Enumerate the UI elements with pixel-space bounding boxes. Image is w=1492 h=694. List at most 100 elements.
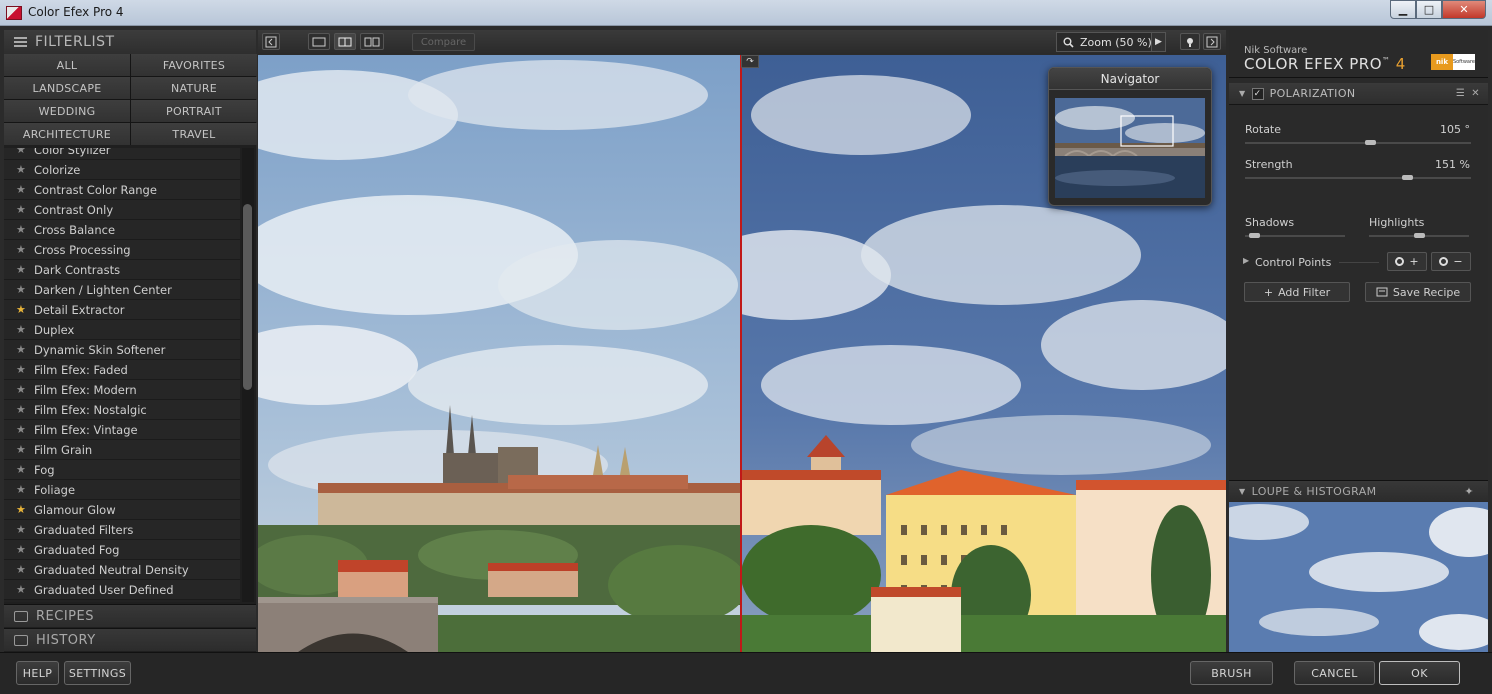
favorite-star-icon[interactable]: ★ [16,163,28,176]
loupe-histogram-header[interactable]: ▼ LOUPE & HISTOGRAM ✦ [1229,480,1488,501]
strength-slider-knob[interactable] [1402,175,1413,180]
favorite-star-icon[interactable]: ★ [16,363,28,376]
favorite-star-icon[interactable]: ★ [16,203,28,216]
toggle-controls-button[interactable] [1203,33,1221,50]
rotate-value[interactable]: 105 ° [1410,123,1470,136]
navigator-thumbnail[interactable] [1055,98,1205,198]
recipes-section-header[interactable]: RECIPES [4,604,256,627]
filter-item[interactable]: ★ Colorize [4,160,240,180]
filter-item[interactable]: ★ Foliage [4,480,240,500]
polarization-filter-header[interactable]: ▼ ✓ POLARIZATION ☰ ✕ [1229,83,1488,105]
category-travel[interactable]: TRAVEL [131,123,257,145]
split-divider[interactable] [740,55,742,652]
favorite-star-icon[interactable]: ★ [16,383,28,396]
filter-item[interactable]: ★ Contrast Color Range [4,180,240,200]
help-button[interactable]: HELP [16,661,59,685]
close-window-button[interactable]: ✕ [1442,0,1486,19]
favorite-star-icon[interactable]: ★ [16,323,28,336]
brush-button[interactable]: BRUSH [1190,661,1273,685]
filter-item[interactable]: ★ Fog [4,460,240,480]
add-control-point-button[interactable]: + [1387,252,1427,271]
filter-menu-icon[interactable]: ☰ [1456,88,1465,99]
toggle-filterlist-button[interactable] [262,33,280,50]
filter-item[interactable]: ★ Glamour Glow [4,500,240,520]
remove-filter-icon[interactable]: ✕ [1471,88,1480,99]
filter-item[interactable]: ★ Color Stylizer [4,148,240,160]
strength-value[interactable]: 151 % [1410,158,1470,171]
zoom-control[interactable]: Zoom (50 %) [1056,32,1162,52]
add-filter-button[interactable]: + Add Filter [1244,282,1350,302]
side-by-side-view-button[interactable] [360,33,384,50]
favorite-star-icon[interactable]: ★ [16,423,28,436]
highlights-slider[interactable] [1369,233,1469,238]
zoom-menu-arrow[interactable]: ▶ [1151,32,1166,52]
split-view-button[interactable] [334,33,356,50]
category-portrait[interactable]: PORTRAIT [131,100,257,122]
filter-item[interactable]: ★ Graduated Neutral Density [4,560,240,580]
rotate-slider-knob[interactable] [1365,140,1376,145]
single-view-button[interactable] [308,33,330,50]
split-divider-handle[interactable]: ↷ [741,55,759,68]
filter-item[interactable]: ★ Film Efex: Nostalgic [4,400,240,420]
favorite-star-icon[interactable]: ★ [16,503,28,516]
filter-item[interactable]: ★ Film Efex: Faded [4,360,240,380]
shadows-slider-knob[interactable] [1249,233,1260,238]
pin-icon[interactable]: ✦ [1464,485,1474,498]
category-nature[interactable]: NATURE [131,77,257,99]
filter-item[interactable]: ★ Duplex [4,320,240,340]
filterlist-header[interactable]: FILTERLIST [4,30,256,54]
filter-list-scroll-thumb[interactable] [243,204,252,390]
expand-triangle-icon[interactable]: ▶ [1243,256,1249,265]
category-architecture[interactable]: ARCHITECTURE [4,123,130,145]
rotate-slider[interactable] [1245,140,1471,145]
filter-item[interactable]: ★ Contrast Only [4,200,240,220]
category-wedding[interactable]: WEDDING [4,100,130,122]
favorite-star-icon[interactable]: ★ [16,183,28,196]
filter-item[interactable]: ★ Graduated User Defined [4,580,240,600]
favorite-star-icon[interactable]: ★ [16,148,28,156]
favorite-star-icon[interactable]: ★ [16,263,28,276]
filter-item[interactable]: ★ Darken / Lighten Center [4,280,240,300]
category-all[interactable]: ALL [4,54,130,76]
favorite-star-icon[interactable]: ★ [16,483,28,496]
filter-item[interactable]: ★ Detail Extractor [4,300,240,320]
favorite-star-icon[interactable]: ★ [16,463,28,476]
favorite-star-icon[interactable]: ★ [16,443,28,456]
filter-item[interactable]: ★ Dynamic Skin Softener [4,340,240,360]
favorite-star-icon[interactable]: ★ [16,303,28,316]
minimize-button[interactable]: ▁ [1390,0,1416,19]
save-recipe-button[interactable]: Save Recipe [1365,282,1471,302]
category-landscape[interactable]: LANDSCAPE [4,77,130,99]
compare-button[interactable]: Compare [412,33,475,51]
image-preview[interactable]: ↷ Navigator [258,55,1226,652]
maximize-button[interactable]: □ [1416,0,1442,19]
collapse-triangle-icon[interactable]: ▼ [1239,487,1246,496]
category-favorites[interactable]: FAVORITES [131,54,257,76]
favorite-star-icon[interactable]: ★ [16,583,28,596]
control-points-label[interactable]: Control Points [1255,256,1331,269]
filter-item[interactable]: ★ Cross Processing [4,240,240,260]
highlights-slider-knob[interactable] [1414,233,1425,238]
history-section-header[interactable]: HISTORY [4,628,256,651]
ok-button[interactable]: OK [1379,661,1460,685]
favorite-star-icon[interactable]: ★ [16,243,28,256]
collapse-triangle-icon[interactable]: ▼ [1239,89,1246,98]
filter-item[interactable]: ★ Dark Contrasts [4,260,240,280]
favorite-star-icon[interactable]: ★ [16,283,28,296]
favorite-star-icon[interactable]: ★ [16,543,28,556]
favorite-star-icon[interactable]: ★ [16,563,28,576]
filter-item[interactable]: ★ Graduated Fog [4,540,240,560]
filter-item[interactable]: ★ Film Efex: Vintage [4,420,240,440]
strength-slider[interactable] [1245,175,1471,180]
settings-button[interactable]: SETTINGS [64,661,131,685]
shadows-slider[interactable] [1245,233,1345,238]
filter-item[interactable]: ★ Graduated Filters [4,520,240,540]
background-toggle-button[interactable] [1180,33,1200,50]
filter-item[interactable]: ★ Film Efex: Modern [4,380,240,400]
favorite-star-icon[interactable]: ★ [16,523,28,536]
favorite-star-icon[interactable]: ★ [16,403,28,416]
filter-item[interactable]: ★ Film Grain [4,440,240,460]
favorite-star-icon[interactable]: ★ [16,343,28,356]
cancel-button[interactable]: CANCEL [1294,661,1375,685]
filter-enabled-checkbox[interactable]: ✓ [1251,87,1264,100]
